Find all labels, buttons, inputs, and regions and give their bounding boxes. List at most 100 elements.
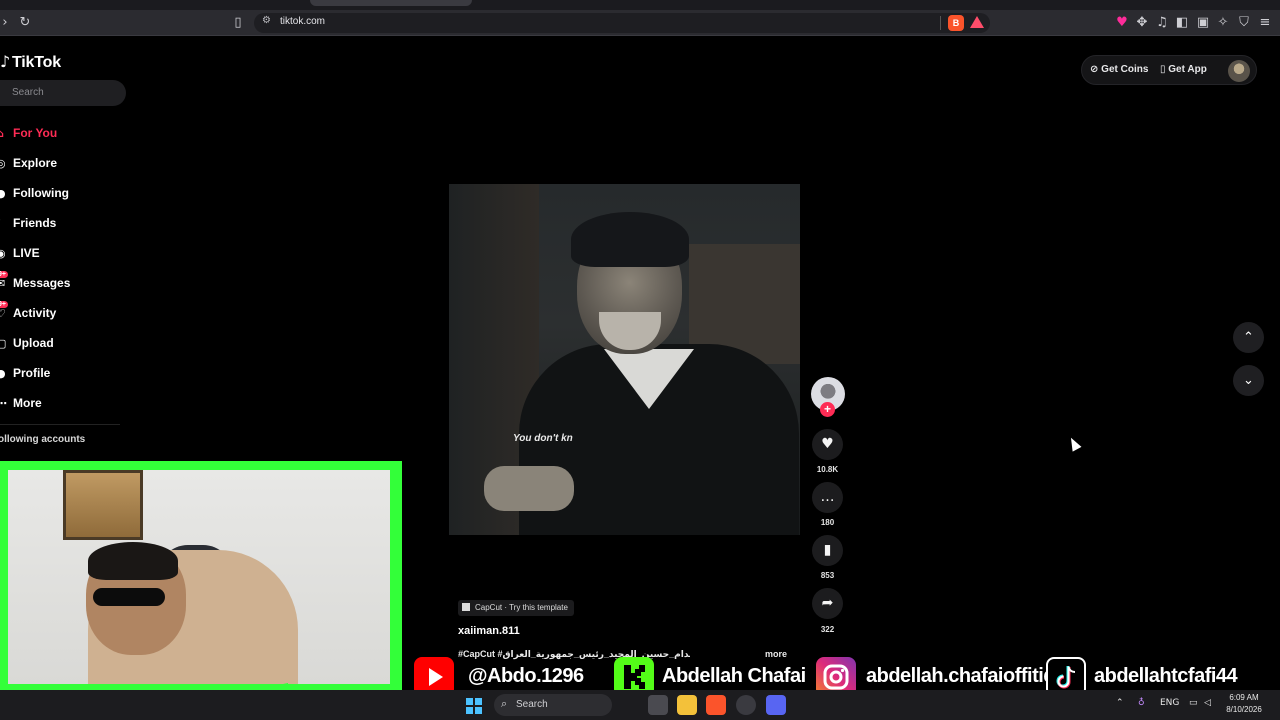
file-explorer-icon[interactable] <box>677 695 697 715</box>
windows-start-icon[interactable] <box>466 698 482 714</box>
tiktok-logo[interactable]: ♪ TikTok <box>0 52 61 72</box>
system-clock[interactable]: 6:09 AM 8/10/2026 <box>1222 692 1266 716</box>
sidebar-item-explore[interactable]: ◎ Explore <box>0 148 130 178</box>
search-input[interactable]: Search <box>0 80 126 106</box>
sidebar-item-label: Messages <box>13 276 71 290</box>
language-indicator[interactable]: ENG <box>1160 698 1179 708</box>
brave-rewards-icon[interactable] <box>970 16 984 28</box>
sidebar-item-profile[interactable]: ● Profile <box>0 358 130 388</box>
chevron-down-icon: ⌄ <box>1243 373 1254 388</box>
sidebar-item-following[interactable]: ● Following <box>0 178 130 208</box>
sidebar-item-label: LIVE <box>13 246 40 260</box>
compass-icon: ◎ <box>0 156 6 170</box>
vpn-shield-icon[interactable]: ⛉ <box>1235 14 1253 32</box>
video-author[interactable]: xaiiman.811 <box>458 625 520 637</box>
task-view-icon[interactable] <box>648 695 668 715</box>
webcam-feed <box>8 470 390 684</box>
sidebar-item-label: More <box>13 396 42 410</box>
messages-badge: 9+ <box>0 271 8 278</box>
comment-button[interactable]: … <box>812 482 843 513</box>
following-icon: ● <box>0 186 6 200</box>
next-video-button[interactable]: ⌄ <box>1233 365 1264 396</box>
capcut-icon <box>462 603 470 611</box>
discord-icon[interactable] <box>766 695 786 715</box>
previous-video-button[interactable]: ⌃ <box>1233 322 1264 353</box>
media-icon[interactable]: ♫ <box>1153 14 1171 32</box>
sidebar-item-upload[interactable]: ▢ Upload <box>0 328 130 358</box>
site-settings-icon[interactable]: ⚙ <box>262 15 271 26</box>
coin-icon: ⊘ <box>1090 64 1102 75</box>
sidebar-item-label: Activity <box>13 306 57 320</box>
mouse-cursor-icon <box>1066 435 1082 452</box>
browser-tab[interactable] <box>310 0 472 6</box>
sidebar-item-activity[interactable]: ♡9+ Activity <box>0 298 130 328</box>
follow-plus-icon[interactable]: + <box>820 402 835 417</box>
sidebar-item-label: Upload <box>13 336 54 350</box>
get-coins-button[interactable]: ⊘ Get Coins <box>1090 64 1148 75</box>
microphone-icon[interactable]: ♁ <box>1138 698 1145 708</box>
tray-expand-icon[interactable]: ⌃ <box>1116 698 1124 708</box>
video-caption: You don't kn <box>513 433 573 444</box>
sidebar-divider <box>0 424 120 425</box>
sidebar-nav: ⌂For You ◎ Explore ● Following ፣Friends ◉ L… <box>0 118 130 418</box>
chevron-up-icon: ⌃ <box>1243 330 1254 345</box>
streamer-hair <box>88 542 178 580</box>
get-app-button[interactable]: ▯ Get App <box>1160 64 1207 75</box>
messages-icon: ✉ <box>0 276 6 290</box>
kick-handle: Abdellah Chafai <box>661 664 807 687</box>
user-avatar[interactable] <box>1228 60 1250 82</box>
sidebar-item-label: Explore <box>13 156 58 170</box>
reload-icon[interactable]: ↻ <box>16 14 34 32</box>
url-divider <box>940 16 941 30</box>
network-icon[interactable]: ▭ <box>1189 698 1198 708</box>
sidebar-item-friends[interactable]: ፣Friends <box>0 208 130 238</box>
like-button[interactable]: ♥ <box>812 429 843 460</box>
sidebar-item-label: For You <box>13 126 58 140</box>
share-button[interactable]: ➦ <box>812 588 843 619</box>
activity-badge: 9+ <box>0 301 8 308</box>
capcut-label: CapCut · Try this template <box>475 603 568 612</box>
share-icon: ➦ <box>821 595 834 611</box>
sidebar-item-for-you[interactable]: ⌂For You <box>0 118 130 148</box>
sidebar-item-more[interactable]: ⋯ More <box>0 388 130 418</box>
video-subject-collar <box>604 349 694 409</box>
save-button[interactable]: ▮ <box>812 535 843 566</box>
address-bar[interactable]: ⚙ tiktok.com B <box>254 13 990 33</box>
sidebar-item-label: Friends <box>13 216 57 230</box>
search-placeholder: Search <box>12 87 44 98</box>
bookmark-icon[interactable]: ▯ <box>229 14 247 32</box>
following-accounts-heading: ollowing accounts <box>0 434 86 445</box>
video-player[interactable]: You don't kn <box>449 184 800 535</box>
forward-icon[interactable]: › <box>0 14 14 32</box>
url-text[interactable]: tiktok.com <box>280 16 325 27</box>
menu-icon[interactable]: ≡ <box>1256 14 1274 32</box>
clock-time: 6:09 AM <box>1229 693 1259 702</box>
capcut-template-link[interactable]: CapCut · Try this template <box>458 600 574 616</box>
leo-icon[interactable]: ✧ <box>1214 14 1232 32</box>
browser-toolbar: › ↻ ▯ ⚙ tiktok.com B ♥ ✥ ♫ ◧ ▣ ✧ ⛉ ≡ <box>0 10 1280 36</box>
browser-tabstrip <box>0 0 1280 10</box>
sidebar-icon[interactable]: ◧ <box>1173 14 1191 32</box>
brave-browser-icon[interactable] <box>706 695 726 715</box>
extensions-icon[interactable]: ✥ <box>1133 14 1151 32</box>
activity-icon: ♡ <box>0 306 6 320</box>
tiktok-handle: abdellahtcfafi44 <box>1093 664 1238 687</box>
instagram-handle: abdellah.chafaioffitid <box>865 664 1056 687</box>
header-actions: ⊘ Get Coins ▯ Get App <box>1081 55 1257 85</box>
vpn-icon[interactable]: ♥ <box>1113 14 1131 32</box>
friends-icon: ፣ <box>0 216 13 230</box>
wallet-icon[interactable]: ▣ <box>1194 14 1212 32</box>
live-icon: ◉ <box>0 246 6 260</box>
brave-shields-icon[interactable]: B <box>948 15 964 31</box>
taskbar-search[interactable]: ⌕ Search <box>494 694 612 716</box>
volume-icon[interactable]: ◁ <box>1204 698 1211 708</box>
sidebar-item-live[interactable]: ◉ LIVE <box>0 238 130 268</box>
home-icon: ⌂ <box>0 127 13 140</box>
sidebar-item-label: Profile <box>13 366 51 380</box>
sidebar-item-messages[interactable]: ✉9+ Messages <box>0 268 130 298</box>
windows-taskbar: ⌕ Search ⌃ ♁ ENG ▭ ◁ 6:09 AM 8/10/2026 <box>0 690 1280 720</box>
like-count: 10.8K <box>816 465 839 474</box>
more-icon: ⋯ <box>0 396 7 410</box>
wall-picture <box>63 470 143 540</box>
obs-icon[interactable] <box>736 695 756 715</box>
